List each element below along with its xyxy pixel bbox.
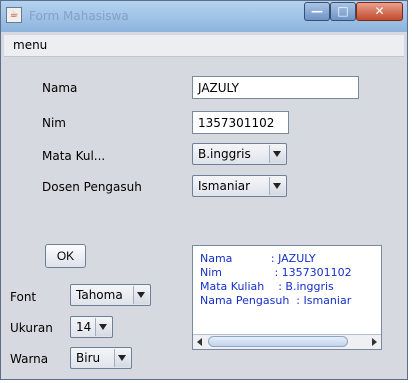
- scroll-left-icon[interactable]: [197, 338, 202, 346]
- output-textarea[interactable]: Nama : JAZULY Nim : 1357301102 Mata Kuli…: [192, 245, 382, 350]
- font-selected: Tahoma: [76, 288, 123, 302]
- main-window: ☕ Form Mahasiswa — □ ✕ menu Nama JAZULY …: [0, 0, 408, 380]
- output-line: Nama : JAZULY: [200, 252, 316, 265]
- menu-bar: menu: [4, 35, 404, 57]
- window-title: Form Mahasiswa: [29, 9, 129, 23]
- warna-select[interactable]: Biru: [70, 347, 132, 369]
- ukuran-select[interactable]: 14: [70, 316, 113, 338]
- menu-item[interactable]: menu: [13, 38, 47, 52]
- warna-selected: Biru: [76, 351, 101, 365]
- dosen-label: Dosen Pengasuh: [42, 180, 142, 194]
- chevron-down-icon[interactable]: [114, 349, 130, 367]
- java-icon: ☕: [6, 7, 22, 23]
- font-label: Font: [10, 290, 37, 304]
- warna-label: Warna: [10, 352, 49, 366]
- ukuran-selected: 14: [76, 320, 92, 334]
- matkul-selected: B.inggris: [198, 147, 251, 161]
- ukuran-label: Ukuran: [10, 321, 53, 335]
- output-line: Nim : 1357301102: [200, 266, 352, 279]
- font-select[interactable]: Tahoma: [70, 284, 151, 306]
- nim-label: Nim: [42, 116, 66, 130]
- chevron-down-icon[interactable]: [95, 318, 111, 336]
- horizontal-scrollbar[interactable]: [193, 334, 381, 349]
- nama-label: Nama: [42, 81, 78, 95]
- matkul-label: Mata Kul...: [42, 149, 106, 163]
- matkul-select[interactable]: B.inggris: [192, 143, 287, 165]
- close-button[interactable]: ✕: [356, 2, 403, 21]
- ok-button[interactable]: OK: [45, 244, 86, 268]
- scroll-right-icon[interactable]: [372, 338, 377, 346]
- chevron-down-icon[interactable]: [269, 145, 285, 163]
- output-line: Nama Pengasuh : Ismaniar: [200, 294, 352, 307]
- chevron-down-icon[interactable]: [133, 286, 149, 304]
- dosen-selected: Ismaniar: [198, 179, 251, 193]
- dosen-select[interactable]: Ismaniar: [192, 175, 287, 197]
- output-line: Mata Kuliah : B.inggris: [200, 280, 334, 293]
- nim-field[interactable]: 1357301102: [192, 111, 289, 134]
- title-bar[interactable]: ☕ Form Mahasiswa — □ ✕: [1, 1, 407, 32]
- nama-field[interactable]: JAZULY: [192, 76, 359, 99]
- chevron-down-icon[interactable]: [269, 177, 285, 195]
- minimize-button[interactable]: —: [304, 2, 330, 21]
- scroll-thumb[interactable]: [208, 336, 348, 347]
- maximize-button[interactable]: □: [330, 2, 356, 21]
